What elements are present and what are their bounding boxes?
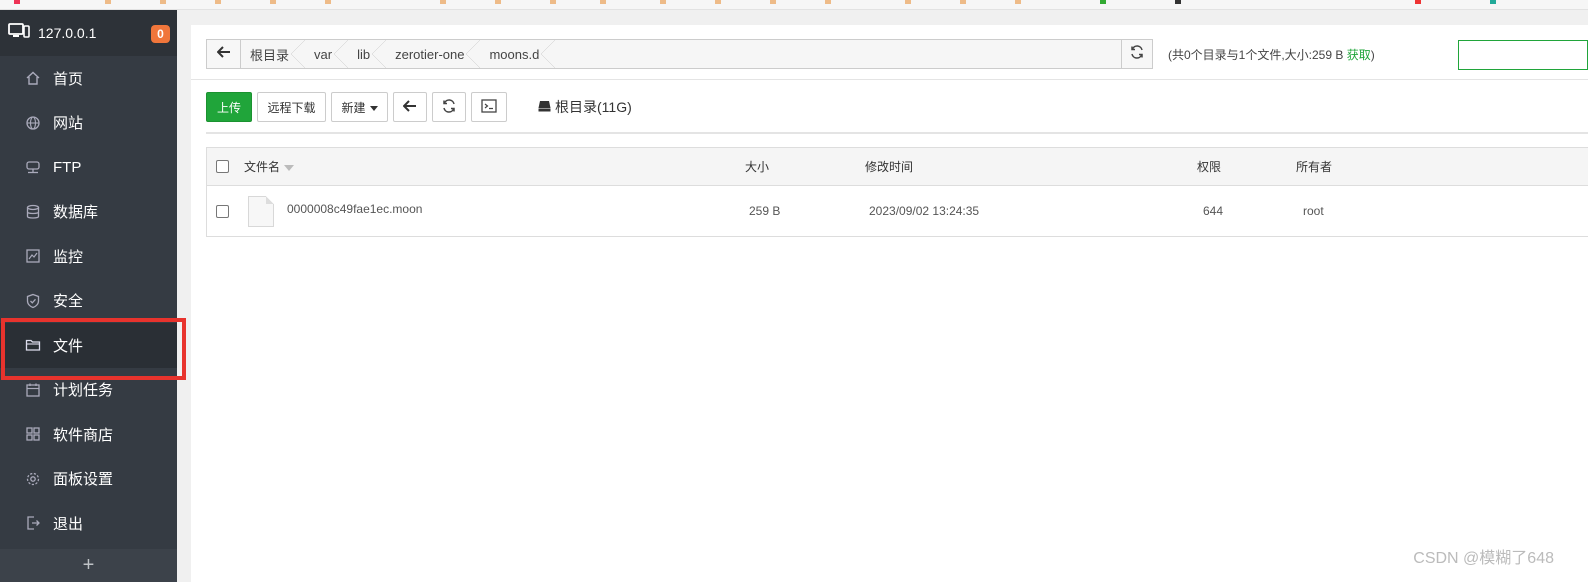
- col-mtime-header[interactable]: 修改时间: [865, 148, 913, 185]
- sidebar: 127.0.0.1 0 首页 网站 FTP 数据库 监控 安全 文件 计划任务 …: [0, 10, 186, 582]
- breadcrumb-root[interactable]: 根目录: [241, 40, 306, 68]
- caret-down-icon: [369, 100, 378, 114]
- server-header[interactable]: 127.0.0.1 0: [0, 10, 177, 56]
- server-ip: 127.0.0.1: [38, 25, 97, 41]
- col-name-header[interactable]: 文件名: [244, 148, 295, 185]
- new-dropdown-button[interactable]: 新建: [331, 92, 388, 122]
- breadcrumb-zerotier-one[interactable]: zerotier-one: [386, 40, 481, 68]
- select-all-checkbox[interactable]: [216, 160, 229, 173]
- sidebar-item-monitor[interactable]: 监控: [0, 234, 177, 279]
- sidebar-item-label: FTP: [53, 158, 82, 176]
- add-button[interactable]: +: [0, 549, 177, 582]
- refresh-button[interactable]: [432, 92, 466, 122]
- divider: [191, 79, 1588, 80]
- path-back-button[interactable]: [207, 40, 241, 68]
- home-icon: [25, 70, 41, 86]
- file-name-cell[interactable]: 0000008c49fae1ec.moon: [248, 186, 422, 236]
- sidebar-item-logout[interactable]: 退出: [0, 501, 177, 546]
- arrow-left-icon: [216, 45, 231, 63]
- refresh-icon: [442, 98, 456, 116]
- monitor-icon: [8, 22, 30, 45]
- remote-download-button[interactable]: 远程下载: [257, 92, 326, 122]
- grid-icon: [25, 426, 41, 442]
- sidebar-item-label: 面板设置: [53, 471, 114, 489]
- sidebar-item-cron[interactable]: 计划任务: [0, 368, 177, 413]
- back-button[interactable]: [393, 92, 427, 122]
- row-checkbox[interactable]: [216, 204, 229, 218]
- sidebar-item-website[interactable]: 网站: [0, 101, 177, 146]
- sidebar-item-store[interactable]: 软件商店: [0, 412, 177, 457]
- shield-icon: [25, 293, 41, 309]
- notification-badge[interactable]: 0: [151, 25, 170, 43]
- file-icon: [248, 195, 274, 227]
- gear-icon: [25, 471, 41, 487]
- logout-icon: [25, 515, 41, 531]
- sidebar-item-label: 安全: [53, 293, 84, 311]
- browser-bookmark-strip: [0, 0, 1588, 10]
- col-name-label: 文件名: [244, 160, 281, 174]
- sidebar-item-label: 计划任务: [53, 382, 114, 400]
- table-row[interactable]: 0000008c49fae1ec.moon 259 B 2023/09/02 1…: [207, 186, 1588, 236]
- globe-icon: [25, 115, 41, 131]
- database-icon: [25, 204, 41, 220]
- sidebar-item-security[interactable]: 安全: [0, 279, 177, 324]
- path-refresh-button[interactable]: [1121, 39, 1153, 69]
- file-table: 文件名 大小 修改时间 权限 所有者 0000008c49fae1ec.moon…: [206, 147, 1588, 237]
- file-mtime: 2023/09/02 13:24:35: [869, 204, 980, 218]
- sidebar-item-label: 软件商店: [53, 426, 114, 444]
- sidebar-item-ftp[interactable]: FTP: [0, 145, 177, 190]
- col-owner-header[interactable]: 所有者: [1296, 148, 1332, 185]
- sidebar-item-label: 文件: [53, 337, 84, 355]
- sidebar-item-database[interactable]: 数据库: [0, 190, 177, 235]
- sidebar-item-label: 监控: [53, 248, 84, 266]
- upload-button[interactable]: 上传: [206, 92, 252, 122]
- terminal-button[interactable]: [471, 92, 507, 122]
- arrow-left-icon: [402, 99, 417, 115]
- disk-label: 根目录(11G): [555, 99, 632, 115]
- file-permission[interactable]: 644: [1203, 186, 1223, 236]
- sidebar-item-label: 网站: [53, 115, 84, 133]
- file-name: 0000008c49fae1ec.moon: [287, 202, 423, 216]
- monitor-chart-icon: [25, 248, 41, 264]
- calendar-icon: [25, 382, 41, 398]
- folder-icon: [25, 337, 41, 353]
- breadcrumb: 根目录 var lib zerotier-one moons.d: [206, 39, 1153, 69]
- ftp-icon: [25, 159, 41, 175]
- get-size-link[interactable]: 获取: [1347, 48, 1371, 62]
- breadcrumb-var[interactable]: var: [305, 40, 349, 68]
- sidebar-item-label: 数据库: [53, 204, 99, 222]
- sidebar-item-label: 首页: [53, 70, 84, 88]
- new-label: 新建: [341, 100, 366, 115]
- sidebar-menu: 首页 网站 FTP 数据库 监控 安全 文件 计划任务 软件商店 面板设置 退出: [0, 56, 186, 546]
- summary-text: (共0个目录与1个文件,大小:259 B: [1168, 48, 1347, 62]
- toolbar: 上传 远程下载 新建 根目录(11G): [206, 92, 632, 122]
- search-input[interactable]: [1458, 40, 1588, 70]
- summary-close: ): [1370, 48, 1375, 62]
- hard-drive-icon: [538, 99, 551, 115]
- breadcrumb-lib[interactable]: lib: [348, 40, 387, 68]
- file-owner[interactable]: root: [1303, 186, 1324, 236]
- sidebar-item-files[interactable]: 文件: [0, 318, 186, 380]
- breadcrumb-moons-d[interactable]: moons.d: [480, 40, 556, 68]
- sidebar-item-home[interactable]: 首页: [0, 56, 177, 101]
- col-perm-header[interactable]: 权限: [1197, 148, 1221, 185]
- dir-summary: (共0个目录与1个文件,大小:259 B 获取): [1168, 46, 1375, 63]
- table-header: 文件名 大小 修改时间 权限 所有者: [207, 148, 1588, 186]
- col-size-header[interactable]: 大小: [745, 148, 769, 185]
- file-size: 259 B: [749, 204, 781, 218]
- refresh-icon: [1130, 44, 1144, 64]
- disk-root-button[interactable]: 根目录(11G): [538, 97, 632, 117]
- file-manager: 根目录 var lib zerotier-one moons.d (共0个目录与…: [191, 25, 1588, 582]
- sort-caret-icon: [284, 160, 295, 174]
- sidebar-item-settings[interactable]: 面板设置: [0, 457, 177, 502]
- divider: [206, 132, 1588, 134]
- sidebar-item-label: 退出: [53, 515, 84, 533]
- terminal-icon: [481, 98, 497, 116]
- watermark: CSDN @模糊了648: [1413, 550, 1554, 567]
